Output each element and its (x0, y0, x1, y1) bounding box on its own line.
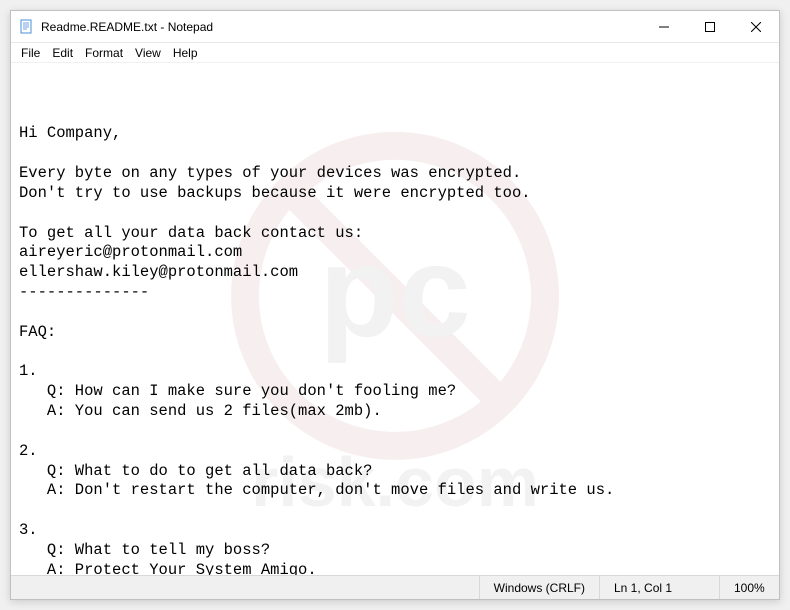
menu-view[interactable]: View (129, 45, 167, 61)
menu-format[interactable]: Format (79, 45, 129, 61)
window-controls (641, 11, 779, 42)
menu-file[interactable]: File (15, 45, 46, 61)
titlebar: Readme.README.txt - Notepad (11, 11, 779, 43)
notepad-window: Readme.README.txt - Notepad File Edit Fo… (10, 10, 780, 600)
document-text: Hi Company, Every byte on any types of y… (19, 124, 771, 575)
menu-help[interactable]: Help (167, 45, 204, 61)
maximize-button[interactable] (687, 11, 733, 42)
status-line-ending: Windows (CRLF) (479, 576, 599, 599)
window-title: Readme.README.txt - Notepad (41, 20, 641, 34)
menubar: File Edit Format View Help (11, 43, 779, 63)
text-editor-area[interactable]: pc risk.com Hi Company, Every byte on an… (11, 63, 779, 575)
close-button[interactable] (733, 11, 779, 42)
status-cursor-position: Ln 1, Col 1 (599, 576, 719, 599)
menu-edit[interactable]: Edit (46, 45, 79, 61)
statusbar: Windows (CRLF) Ln 1, Col 1 100% (11, 575, 779, 599)
minimize-button[interactable] (641, 11, 687, 42)
status-zoom: 100% (719, 576, 779, 599)
notepad-icon (19, 19, 35, 35)
